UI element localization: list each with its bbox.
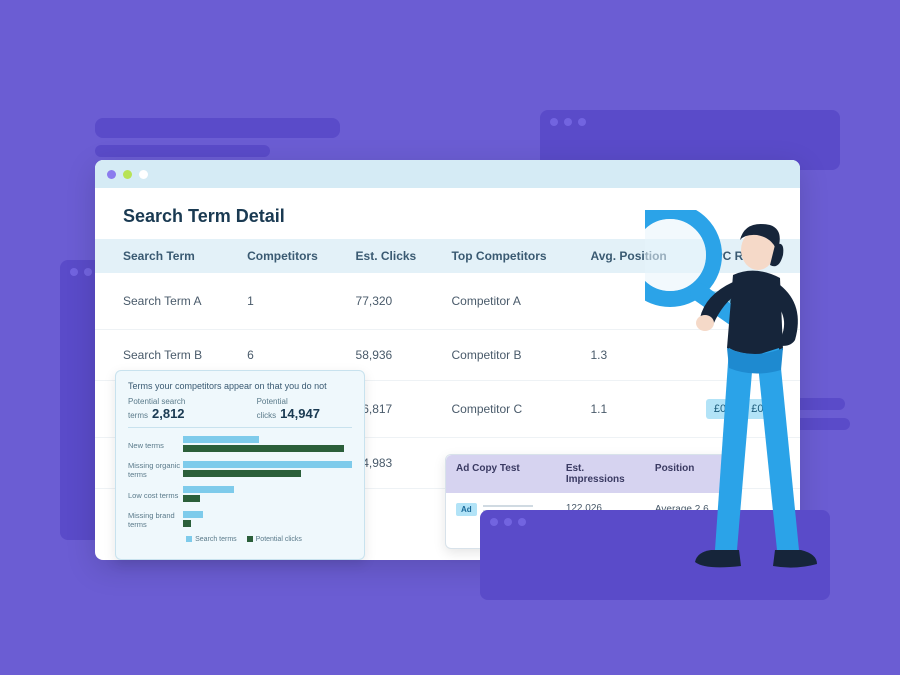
chart-bars: New terms Missing organic terms Low cost… — [128, 436, 352, 529]
competitor-terms-card: Terms your competitors appear on that yo… — [115, 370, 365, 560]
cell-competitors: 1 — [239, 273, 347, 330]
bg-decor-window — [480, 510, 830, 600]
col-avg-position[interactable]: Avg. Position — [583, 239, 698, 273]
chart-legend: Search terms Potential clicks — [128, 536, 352, 543]
metric-potential-clicks: Potential clicks14,947 — [257, 397, 352, 421]
cell-avg: 1.3 — [583, 330, 698, 381]
cpc-chip: £0.04 - £0 — [706, 291, 772, 311]
cpc-chip: £0.07 - £0 — [706, 399, 772, 419]
bar-label: Missing brand terms — [128, 511, 183, 529]
window-dot-max[interactable] — [139, 170, 148, 179]
bg-decor-bar — [95, 145, 270, 157]
ad-badge-icon: Ad — [456, 503, 477, 516]
chart-title: Terms your competitors appear on that yo… — [128, 381, 352, 391]
window-dot-min[interactable] — [123, 170, 132, 179]
panel-title: Search Term Detail — [95, 188, 800, 239]
cell-clicks: 77,320 — [348, 273, 444, 330]
table-row[interactable]: Search Term A 1 77,320 Competitor A £0.0… — [95, 273, 800, 330]
adcard-col-impressions: Est. Impressions — [556, 455, 645, 493]
cell-top: Competitor A — [443, 273, 582, 330]
col-est-clicks[interactable]: Est. Clicks — [348, 239, 444, 273]
bar-label: Low cost terms — [128, 491, 183, 500]
cell-cpc — [698, 330, 800, 381]
bg-decor-bar — [95, 118, 340, 138]
cell-term: Search Term A — [95, 273, 239, 330]
col-search-term[interactable]: Search Term — [95, 239, 239, 273]
cell-avg: 1.1 — [583, 381, 698, 438]
window-titlebar — [95, 160, 800, 188]
adcard-title: Ad Copy Test — [446, 455, 556, 493]
window-dot-close[interactable] — [107, 170, 116, 179]
bar-label: Missing organic terms — [128, 461, 183, 479]
adcard-col-position: Position — [645, 455, 734, 493]
cell-avg — [583, 273, 698, 330]
cell-top: Competitor C — [443, 381, 582, 438]
col-competitors[interactable]: Competitors — [239, 239, 347, 273]
col-cpc-range[interactable]: CPC Range — [698, 239, 800, 273]
metric-potential-terms: Potential search terms2,812 — [128, 397, 243, 421]
cell-top: Competitor B — [443, 330, 582, 381]
bar-label: New terms — [128, 441, 183, 450]
col-top-competitors[interactable]: Top Competitors — [443, 239, 582, 273]
